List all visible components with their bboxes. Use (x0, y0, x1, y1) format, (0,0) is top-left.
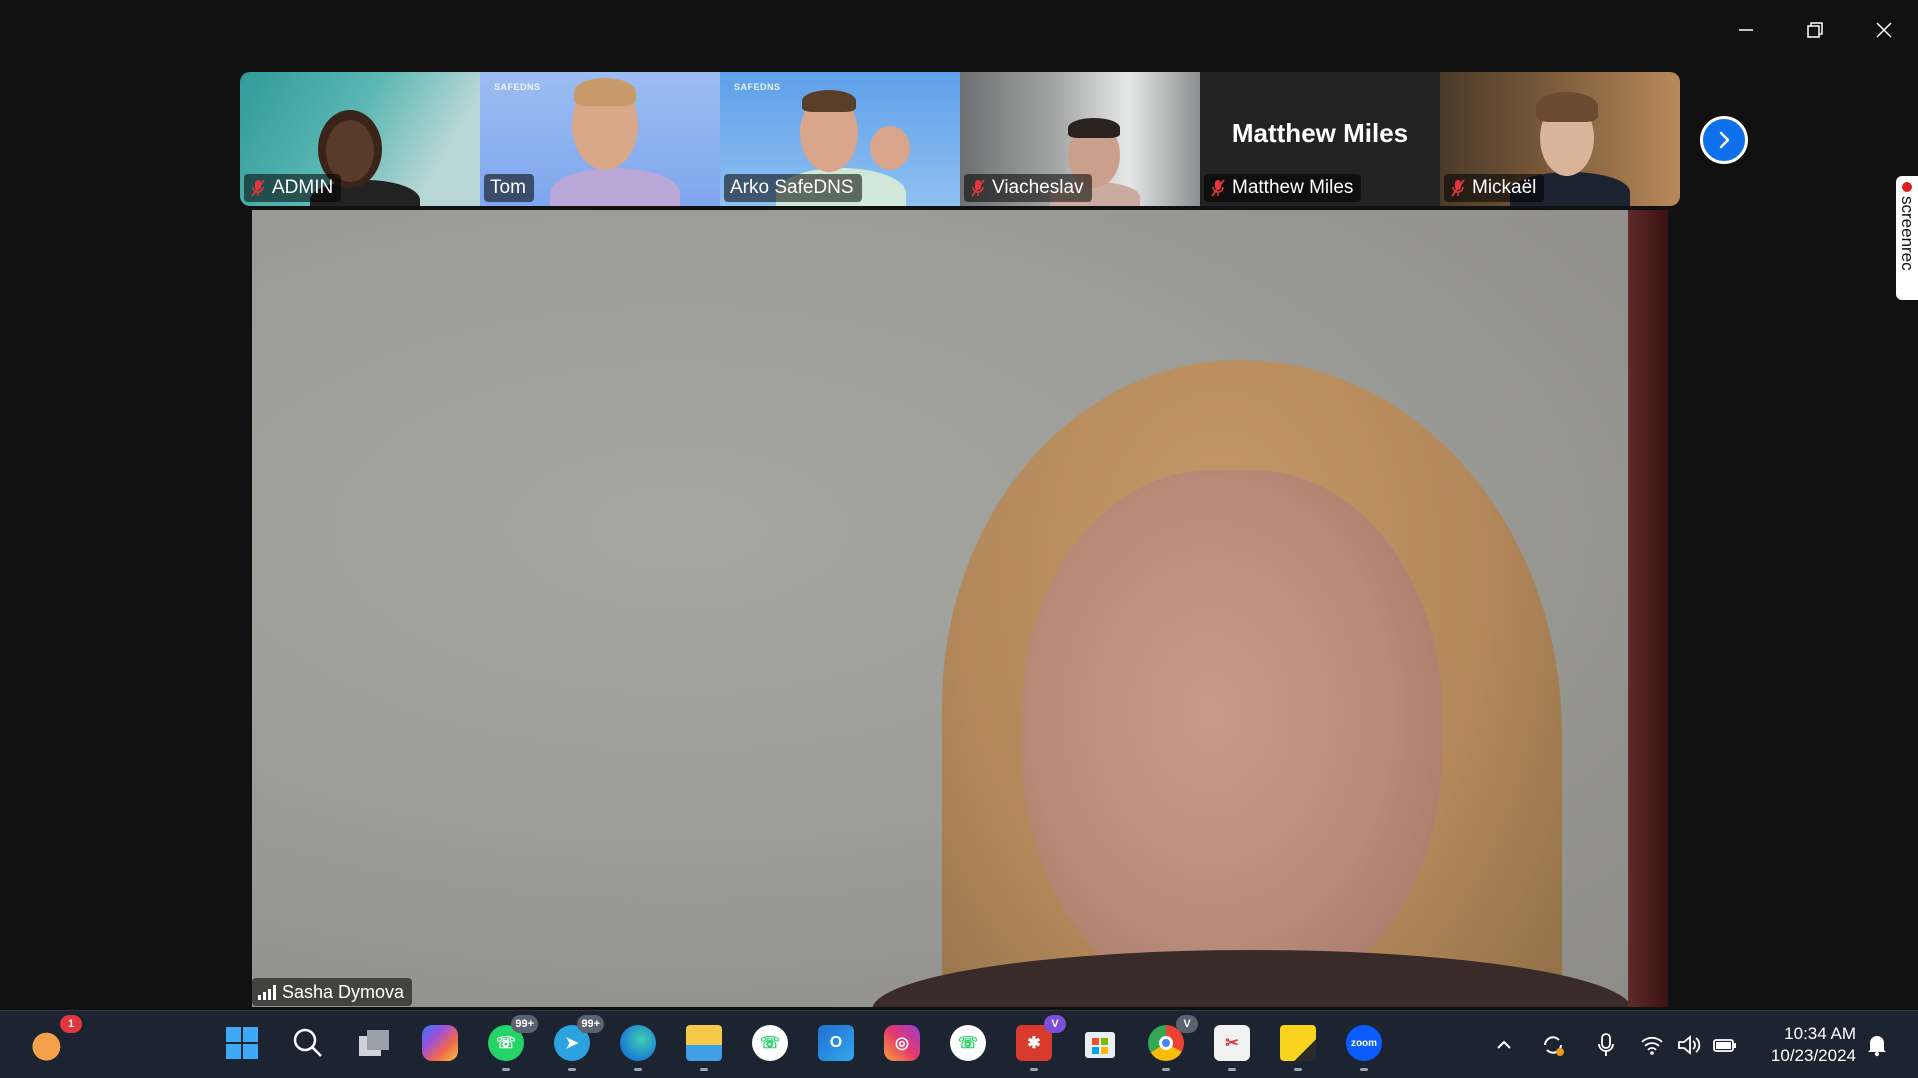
search-button[interactable] (286, 1021, 330, 1065)
participant-name-tag: Viacheslav (964, 174, 1092, 202)
participant-tile[interactable]: Mickaël (1440, 72, 1680, 206)
zoom-button[interactable]: zoom (1342, 1021, 1386, 1071)
volume-status[interactable] (1676, 1011, 1702, 1078)
next-page-button[interactable] (1700, 116, 1748, 164)
tray-overflow-button[interactable] (1494, 1011, 1514, 1078)
close-button[interactable] (1849, 0, 1918, 60)
file-explorer-icon (686, 1025, 722, 1061)
restore-icon (1806, 22, 1823, 38)
participant-name-tag: ADMIN (244, 174, 342, 202)
start-icon (226, 1027, 258, 1059)
notification-badge: 99+ (511, 1015, 538, 1033)
whatsapp-alt-button[interactable]: ☏ (748, 1021, 792, 1065)
speaker-name: Sasha Dymova (282, 981, 405, 1002)
participant-display-name: Matthew Miles (1231, 118, 1409, 148)
microphone-status[interactable] (1596, 1011, 1616, 1078)
participant-name: ADMIN (272, 177, 334, 198)
start-button[interactable] (220, 1021, 264, 1065)
zoom-icon: zoom (1346, 1025, 1382, 1061)
participant-name-tag: Arko SafeDNS (724, 174, 862, 202)
connection-signal-icon (258, 984, 276, 1000)
participant-name-tag: Mickaël (1444, 174, 1545, 202)
instagram-button[interactable]: ◎ (880, 1021, 924, 1065)
notification-badge: V (1044, 1015, 1066, 1033)
profile-badge: V (1176, 1015, 1198, 1033)
participant-tile[interactable]: Viacheslav (960, 72, 1200, 206)
search-icon (293, 1028, 322, 1057)
minimize-button[interactable] (1711, 0, 1780, 60)
taskbar-clock[interactable]: 10:34 AM 10/23/2024 (1771, 1023, 1856, 1067)
wifi-icon (1641, 1036, 1663, 1055)
participant-tile[interactable]: SAFEDNS Arko SafeDNS (720, 72, 960, 206)
notification-badge: 99+ (577, 1015, 604, 1033)
screenrec-label: screenrec (1898, 196, 1917, 271)
participant-name: Arko SafeDNS (730, 177, 854, 198)
participant-tile[interactable]: Matthew Miles Matthew Miles (1200, 72, 1440, 206)
restore-button[interactable] (1780, 0, 1849, 60)
weather-widget[interactable]: 1 (28, 1015, 82, 1065)
notification-badge: 1 (60, 1015, 82, 1033)
sticky-notes-icon (1280, 1025, 1316, 1061)
participant-name: Viacheslav (992, 177, 1084, 198)
copilot-icon (422, 1025, 458, 1061)
task-view-icon (359, 1030, 389, 1056)
chrome-button[interactable]: V (1144, 1015, 1198, 1071)
snipping-tool-button[interactable]: ✂ (1210, 1021, 1254, 1071)
participant-name: Tom (490, 177, 526, 198)
brand-logo: SAFEDNS (494, 82, 541, 92)
screenrec-tab[interactable]: screenrec (1896, 176, 1918, 300)
sync-icon (1544, 1036, 1564, 1056)
participant-name: Matthew Miles (1232, 177, 1354, 198)
brand-logo: SAFEDNS (734, 82, 781, 92)
bell-icon (1868, 1036, 1886, 1057)
outlook-icon: O (818, 1025, 854, 1061)
participant-tile[interactable]: ADMIN (240, 72, 480, 206)
zoom-label: zoom (1350, 1037, 1378, 1049)
minimize-icon (1738, 29, 1753, 31)
edge-icon (620, 1025, 656, 1061)
outlook-button[interactable]: O (814, 1021, 858, 1065)
file-explorer-button[interactable] (682, 1021, 726, 1071)
microphone-icon (1598, 1033, 1614, 1056)
participant-name-tag: Tom (484, 174, 534, 202)
participant-name: Mickaël (1472, 177, 1537, 198)
whatsapp-button[interactable]: ☏ 99+ (484, 1015, 538, 1071)
sticky-notes-button[interactable] (1276, 1021, 1320, 1071)
active-speaker-video[interactable] (252, 210, 1668, 1007)
edge-button[interactable] (616, 1021, 660, 1071)
clock-date: 10/23/2024 (1770, 1046, 1856, 1065)
participant-tile[interactable]: SAFEDNS Tom (480, 72, 720, 206)
record-dot-icon (1902, 182, 1912, 192)
mic-muted-icon (250, 178, 266, 198)
snipping-tool-icon: ✂ (1214, 1025, 1250, 1061)
participant-name-tag: Matthew Miles (1204, 174, 1362, 202)
speaker-name-tag: Sasha Dymova (252, 978, 413, 1006)
chevron-up-icon (1497, 1040, 1511, 1049)
notifications-button[interactable] (1866, 1011, 1888, 1078)
whatsapp-desktop-button[interactable]: ☏ (946, 1021, 990, 1065)
copilot-button[interactable] (418, 1021, 462, 1065)
battery-status[interactable] (1712, 1011, 1738, 1078)
battery-icon (1713, 1039, 1736, 1052)
whatsapp-desktop-icon: ☏ (950, 1025, 986, 1061)
app-red-button[interactable]: ✱ V (1012, 1015, 1066, 1071)
volume-icon (1678, 1035, 1701, 1055)
taskbar: 1 ☏ 99+ ➤ 99+ ☏ O ◎ ☏ ✱ V V ✂ zoom 10:34… (0, 1010, 1918, 1078)
close-icon (1875, 22, 1892, 38)
mic-muted-icon (1450, 178, 1466, 198)
participant-gallery: ADMIN SAFEDNS Tom SAFEDNS Arko SafeDNS V… (240, 72, 1680, 206)
sync-status[interactable] (1540, 1011, 1566, 1078)
network-status[interactable] (1640, 1011, 1664, 1078)
mic-muted-icon (970, 178, 986, 198)
microsoft-store-icon (1085, 1032, 1115, 1058)
mic-muted-icon (1210, 178, 1226, 198)
microsoft-store-button[interactable] (1078, 1021, 1122, 1065)
whatsapp-alt-icon: ☏ (752, 1025, 788, 1061)
window-controls (1711, 0, 1918, 60)
chevron-right-icon (1719, 131, 1730, 149)
telegram-button[interactable]: ➤ 99+ (550, 1015, 604, 1071)
instagram-icon: ◎ (884, 1025, 920, 1061)
task-view-button[interactable] (352, 1021, 396, 1065)
clock-time: 10:34 AM (1784, 1024, 1856, 1043)
